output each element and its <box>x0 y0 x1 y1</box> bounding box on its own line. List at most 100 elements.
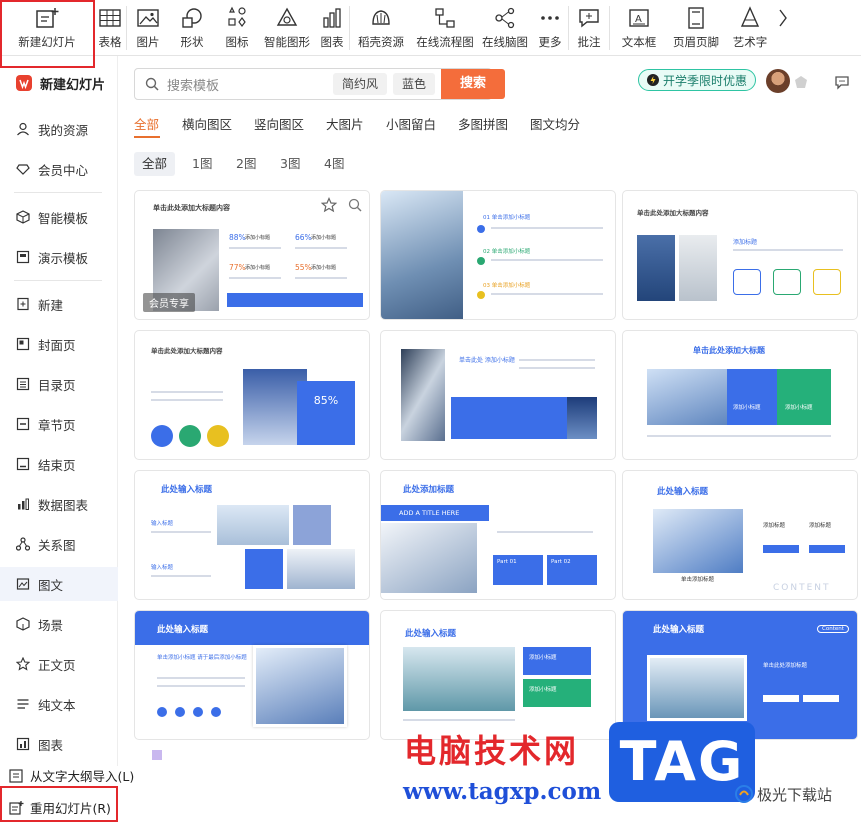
search-input[interactable]: 搜索模板 <box>167 75 327 94</box>
sidebar-item-cover[interactable]: 封面页 <box>0 327 118 361</box>
promo-banner[interactable]: 开学季限时优惠 <box>638 69 756 91</box>
header-footer-label: 页眉页脚 <box>673 35 719 49</box>
card-title: 此处输入标题 <box>405 629 457 639</box>
sidebar-item-chapter[interactable]: 章节页 <box>0 407 118 441</box>
sidebar-item-ending[interactable]: 结束页 <box>0 447 118 481</box>
tab-large-image[interactable]: 大图片 <box>326 114 364 133</box>
wordart-label: 艺术字 <box>732 35 768 49</box>
sidebar-item-member-center[interactable]: 会员中心 <box>0 152 118 186</box>
picture-button[interactable]: 图片 <box>127 0 169 56</box>
card-title: 单击此处添加大标题内容 <box>151 347 223 355</box>
preview-search-icon[interactable] <box>347 197 363 213</box>
sidebar-item-relations[interactable]: 关系图 <box>0 527 118 561</box>
filter-4-images[interactable]: 4图 <box>316 152 352 176</box>
tab-all[interactable]: 全部 <box>134 114 159 133</box>
text-line <box>157 677 245 679</box>
stat-value: 77% <box>229 263 246 272</box>
docer-resources-button[interactable]: 稻壳资源 <box>350 0 412 56</box>
sidebar-title: 新建幻灯片 <box>40 77 106 93</box>
sidebar-item-label: 图表 <box>38 737 64 753</box>
import-outline-item[interactable]: 从文字大纲导入(L) <box>8 766 134 785</box>
star-icon <box>16 657 30 671</box>
template-card[interactable]: 此处输入标题 添加小标题 添加小标题 <box>380 610 616 740</box>
tab-vertical[interactable]: 竖向图区 <box>254 114 304 133</box>
template-card[interactable]: 单击此处添加大标题内容 85% <box>134 330 370 460</box>
tab-small-image[interactable]: 小图留白 <box>386 114 436 133</box>
chart-button[interactable]: 图表 <box>315 0 349 56</box>
sidebar-item-plain-text[interactable]: 纯文本 <box>0 687 118 721</box>
text-line <box>151 399 223 401</box>
feature-box <box>733 269 761 295</box>
online-mindmap-button[interactable]: 在线脑图 <box>478 0 532 56</box>
slides-icon <box>16 250 30 264</box>
filter-1-image[interactable]: 1图 <box>184 152 220 176</box>
template-card[interactable]: 单击此处添加大标题内容 88% 添加小标题 66% 添加小标题 77% 添加小标… <box>134 190 370 320</box>
sidebar-item-presentation-templates[interactable]: 演示模板 <box>0 240 118 274</box>
template-card[interactable]: 此处输入标题 输入标题 输入标题 <box>134 470 370 600</box>
header-footer-button[interactable]: 页眉页脚 <box>668 0 724 56</box>
text-line <box>491 259 603 261</box>
sidebar-item-my-resources[interactable]: 我的资源 <box>0 112 118 146</box>
template-card[interactable]: 此处输入标题 单击添加小标题 请于最后添加小标题 <box>134 610 370 740</box>
svg-text:A: A <box>635 14 642 25</box>
sidebar-item-data-charts[interactable]: 数据图表 <box>0 487 118 521</box>
subtitle: 输入标题 <box>151 521 174 527</box>
filter-all[interactable]: 全部 <box>134 152 176 176</box>
icon-button[interactable]: 图标 <box>215 0 259 56</box>
tab-horizontal[interactable]: 横向图区 <box>182 114 232 133</box>
search-button[interactable]: 搜索 <box>441 69 505 99</box>
template-card[interactable]: 单击此处 添加小标题 <box>380 330 616 460</box>
next-row-peek <box>152 750 162 760</box>
sidebar-divider <box>14 192 102 193</box>
search-tag-simple[interactable]: 简约风 <box>333 73 388 95</box>
shape-button[interactable]: 形状 <box>169 0 215 56</box>
circle-marker <box>157 707 167 717</box>
stat-value: 66% <box>295 233 312 242</box>
blue-footer-bar <box>227 293 363 307</box>
template-card[interactable]: 01 单击添加小标题 02 单击添加小标题 03 单击添加小标题 <box>380 190 616 320</box>
more-button[interactable]: 更多 <box>532 0 568 56</box>
table-button[interactable]: 表格 <box>94 0 126 56</box>
stat-value: 88% <box>229 233 246 242</box>
skyscraper-photo <box>653 509 743 573</box>
sidebar-item-charts[interactable]: 图表 <box>0 727 118 761</box>
sidebar-item-scene[interactable]: 场景 <box>0 607 118 641</box>
template-card[interactable]: 此处输入标题 单击添加标题 添加标题 添加标题 CONTENT <box>622 470 858 600</box>
watermark-text: CONTENT <box>773 583 831 593</box>
filter-2-images[interactable]: 2图 <box>228 152 264 176</box>
sidebar-item-new[interactable]: 新建 <box>0 287 118 321</box>
wordart-icon <box>740 6 760 27</box>
card-title: 单击此处添加大标题内容 <box>637 209 709 217</box>
template-card[interactable]: 此处输入标题 Content 单击此处添加标题 <box>622 610 858 740</box>
avatar[interactable] <box>766 69 790 93</box>
wordart-button[interactable]: 艺术字 <box>724 0 776 56</box>
sidebar-item-label: 目录页 <box>38 377 76 393</box>
overflow-button[interactable] <box>776 0 790 56</box>
icon-label: 图标 <box>225 35 249 49</box>
sidebar-item-toc[interactable]: 目录页 <box>0 367 118 401</box>
filter-3-images[interactable]: 3图 <box>272 152 308 176</box>
textbox-button[interactable]: A 文本框 <box>610 0 668 56</box>
ending-page-icon <box>16 457 30 471</box>
aurora-logo-icon <box>735 785 753 803</box>
favorite-star-icon[interactable] <box>321 197 337 213</box>
green-block <box>523 679 591 707</box>
tab-image-text-split[interactable]: 图文均分 <box>530 114 580 133</box>
sidebar-item-image-text[interactable]: 图文 <box>0 567 118 601</box>
diamond-icon <box>16 164 30 175</box>
sidebar-item-smart-templates[interactable]: 智能模板 <box>0 200 118 234</box>
template-card[interactable]: 此处添加标题 ADD A TITLE HERE Part 01 Part 02 <box>380 470 616 600</box>
template-card[interactable]: 单击此处添加大标题内容 添加标题 <box>622 190 858 320</box>
tab-multi-image[interactable]: 多图拼图 <box>458 114 508 133</box>
sidebar-divider <box>14 280 102 281</box>
template-card[interactable]: 单击此处添加大标题 添加小标题 添加小标题 <box>622 330 858 460</box>
table-icon <box>99 9 121 27</box>
comment-button[interactable]: 批注 <box>569 0 609 56</box>
text-line <box>151 575 211 577</box>
message-icon[interactable] <box>834 74 850 90</box>
smart-shape-button[interactable]: 智能图形 <box>259 0 315 56</box>
sidebar-item-body-page[interactable]: 正文页 <box>0 647 118 681</box>
online-flowchart-button[interactable]: 在线流程图 <box>412 0 478 56</box>
search-tag-blue[interactable]: 蓝色 <box>393 73 436 95</box>
more-dots-icon <box>541 16 559 20</box>
